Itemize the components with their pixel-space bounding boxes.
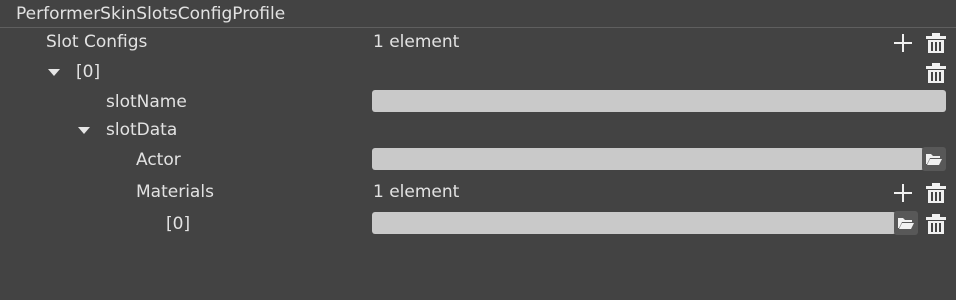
materials-label: Materials (136, 182, 214, 202)
profile-title: PerformerSkinSlotsConfigProfile (16, 4, 286, 24)
plus-icon[interactable] (892, 32, 914, 54)
trash-icon[interactable] (925, 62, 947, 84)
actor-label: Actor (136, 150, 181, 170)
inspector-panel: PerformerSkinSlotsConfigProfile Slot Con… (0, 0, 956, 300)
slot-data-label: slotData (106, 120, 178, 140)
materials-count: 1 element (373, 182, 460, 202)
folder-open-icon[interactable] (922, 147, 946, 171)
actor-field[interactable] (372, 148, 924, 170)
material-item0-label: [0] (166, 214, 191, 234)
profile-header: PerformerSkinSlotsConfigProfile (0, 0, 956, 28)
folder-open-icon[interactable] (894, 211, 918, 235)
slot-data-expand-arrow-icon[interactable] (78, 127, 90, 134)
trash-icon[interactable] (925, 182, 947, 204)
slot-name-label: slotName (106, 92, 187, 112)
item0-label: [0] (76, 62, 101, 82)
item0-expand-arrow-icon[interactable] (48, 69, 60, 76)
trash-icon[interactable] (925, 32, 947, 54)
slot-configs-count: 1 element (373, 32, 460, 52)
plus-icon[interactable] (892, 182, 914, 204)
slot-name-field[interactable] (372, 90, 946, 112)
trash-icon[interactable] (925, 213, 947, 235)
material-item0-field[interactable] (372, 212, 896, 234)
slot-configs-label: Slot Configs (46, 32, 148, 52)
